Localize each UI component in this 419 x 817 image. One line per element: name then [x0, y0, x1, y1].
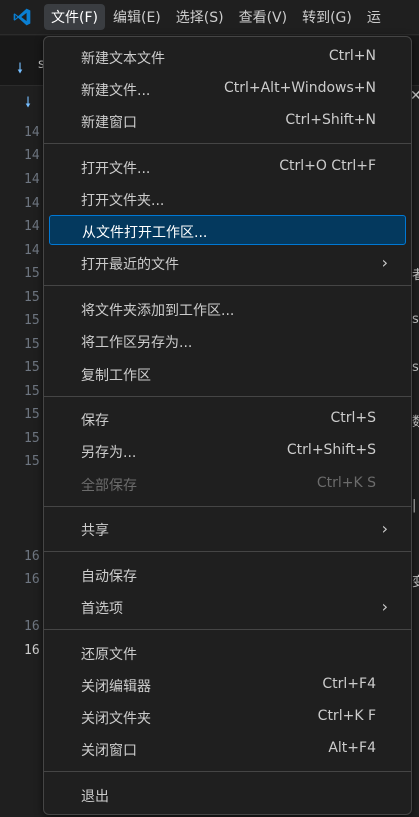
menu-item-shortcut: Ctrl+Shift+N [285, 112, 376, 128]
menu-item-shortcut: Ctrl+S [330, 410, 376, 426]
line-number: 15 [24, 431, 40, 446]
menu-separator [44, 285, 411, 286]
menu-item-open-file[interactable]: 打开文件... Ctrl+O Ctrl+F [49, 152, 406, 182]
menu-item-open-workspace-from-file[interactable]: 从文件打开工作区... [49, 215, 406, 245]
menu-separator [44, 506, 411, 507]
menu-item-label: 关闭编辑器 [81, 679, 151, 695]
menu-item-label: 将工作区另存为... [81, 335, 193, 351]
menu-item-shortcut: Ctrl+K S [316, 475, 376, 491]
arrow-down-icon: 🠗 [25, 95, 32, 111]
menu-item-save[interactable]: 保存 Ctrl+S [49, 404, 406, 434]
line-number: 14 [24, 196, 40, 211]
line-number: 15 [24, 290, 40, 305]
menu-item-close-window[interactable]: 关闭窗口 Alt+F4 [49, 734, 406, 764]
menu-item-open-recent[interactable]: 打开最近的文件 › [49, 248, 406, 278]
menu-item-label: 新建文本文件 [81, 51, 165, 67]
menu-item-new-file[interactable]: 新建文件... Ctrl+Alt+Windows+N [49, 74, 406, 104]
menu-item-shortcut: Ctrl+Alt+Windows+N [223, 80, 376, 96]
menu-item-label: 保存 [81, 413, 109, 429]
menu-item-label: 新建文件... [81, 83, 151, 99]
chevron-right-icon: › [381, 253, 388, 272]
menu-item-revert-file[interactable]: 还原文件 [49, 638, 406, 668]
menu-file[interactable]: 文件(F) [44, 4, 105, 30]
menu-item-label: 全部保存 [81, 478, 137, 494]
menu-item-label: 首选项 [81, 601, 123, 617]
line-number: 16 [24, 549, 40, 564]
menu-separator [44, 629, 411, 630]
line-number: 14 [24, 219, 40, 234]
menu-item-label: 从文件打开工作区... [82, 225, 208, 241]
chevron-right-icon: › [381, 519, 388, 538]
menu-item-save-all: 全部保存 Ctrl+K S [49, 469, 406, 499]
line-number: 14 [24, 148, 40, 163]
menu-item-preferences[interactable]: 首选项 › [49, 592, 406, 622]
line-number: 15 [24, 384, 40, 399]
menu-item-label: 退出 [81, 789, 109, 805]
menu-separator [44, 551, 411, 552]
menu-item-label: 另存为... [81, 445, 137, 461]
line-number: 14 [24, 125, 40, 140]
chevron-right-icon: › [381, 597, 388, 616]
line-number: 15 [24, 407, 40, 422]
menu-run[interactable]: 运 [360, 4, 388, 30]
line-number: 15 [24, 266, 40, 281]
menu-item-shortcut: Alt+F4 [328, 740, 376, 756]
menu-item-label: 关闭文件夹 [81, 711, 151, 727]
code-fragment: | [412, 498, 417, 513]
code-fragment: s [412, 360, 419, 375]
vscode-logo-icon [0, 0, 44, 35]
menu-view[interactable]: 查看(V) [232, 4, 295, 30]
code-fragment: s [412, 312, 419, 327]
menu-item-new-window[interactable]: 新建窗口 Ctrl+Shift+N [49, 106, 406, 136]
menu-edit[interactable]: 编辑(E) [106, 4, 168, 30]
menu-separator [44, 771, 411, 772]
menu-item-shortcut: Ctrl+F4 [322, 676, 376, 692]
menu-item-save-workspace-as[interactable]: 将工作区另存为... [49, 326, 406, 356]
line-number: 15 [24, 360, 40, 375]
line-number: 15 [24, 454, 40, 469]
line-number: 14 [24, 172, 40, 187]
menu-bar: 文件(F) 编辑(E) 选择(S) 查看(V) 转到(G) 运 [0, 0, 419, 35]
line-number: 16 [24, 619, 40, 634]
line-number: 15 [24, 337, 40, 352]
menu-item-shortcut: Ctrl+K F [317, 708, 376, 724]
menu-separator [44, 143, 411, 144]
line-number: 16 [24, 643, 40, 658]
line-number: 15 [24, 313, 40, 328]
menu-item-new-text-file[interactable]: 新建文本文件 Ctrl+N [49, 42, 406, 72]
menu-item-label: 复制工作区 [81, 368, 151, 384]
menu-item-add-folder-to-workspace[interactable]: 将文件夹添加到工作区... [49, 294, 406, 324]
menu-item-share[interactable]: 共享 › [49, 514, 406, 544]
menu-item-auto-save[interactable]: 自动保存 [49, 560, 406, 590]
menu-item-label: 还原文件 [81, 647, 137, 663]
menu-item-close-folder[interactable]: 关闭文件夹 Ctrl+K F [49, 702, 406, 732]
file-menu-dropdown: 新建文本文件 Ctrl+N 新建文件... Ctrl+Alt+Windows+N… [43, 36, 412, 815]
menu-item-label: 打开最近的文件 [81, 257, 179, 273]
menu-item-label: 关闭窗口 [81, 743, 137, 759]
line-number: 16 [24, 572, 40, 587]
menu-item-save-as[interactable]: 另存为... Ctrl+Shift+S [49, 436, 406, 466]
menu-go[interactable]: 转到(G) [295, 4, 359, 30]
menu-item-shortcut: Ctrl+Shift+S [286, 442, 376, 458]
menu-selection[interactable]: 选择(S) [169, 4, 231, 30]
arrow-down-icon: 🠗 [17, 61, 24, 77]
code-fragment: 者 [412, 268, 419, 283]
menu-item-label: 打开文件... [81, 161, 151, 177]
menu-item-shortcut: Ctrl+N [328, 48, 376, 64]
menu-separator [44, 396, 411, 397]
menu-item-label: 共享 [81, 523, 109, 539]
menu-item-label: 自动保存 [81, 569, 137, 585]
menu-item-label: 将文件夹添加到工作区... [81, 303, 235, 319]
menu-item-exit[interactable]: 退出 [49, 780, 406, 810]
menu-item-close-editor[interactable]: 关闭编辑器 Ctrl+F4 [49, 670, 406, 700]
menu-item-label: 新建窗口 [81, 115, 137, 131]
menu-item-label: 打开文件夹... [81, 193, 165, 209]
menu-item-duplicate-workspace[interactable]: 复制工作区 [49, 359, 406, 389]
line-number: 14 [24, 243, 40, 258]
menu-item-open-folder[interactable]: 打开文件夹... [49, 184, 406, 214]
menu-item-shortcut: Ctrl+O Ctrl+F [279, 158, 376, 174]
code-fragment: 变 [412, 575, 419, 590]
code-fragment: 数 [412, 415, 419, 430]
